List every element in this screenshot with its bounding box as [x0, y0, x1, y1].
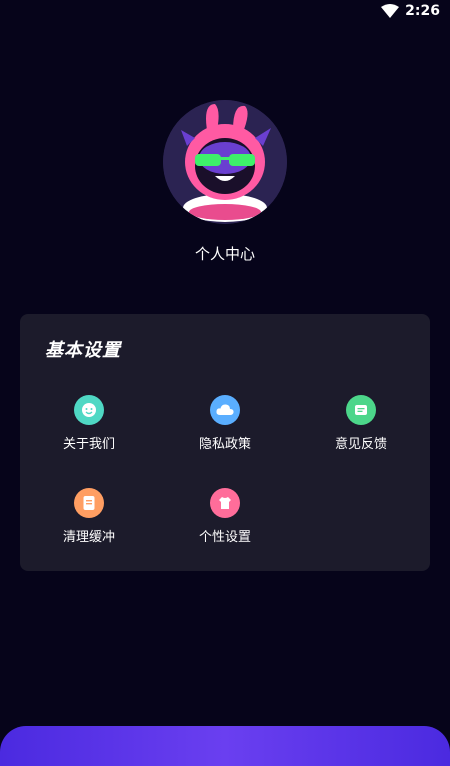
basic-settings-card: 基本设置 关于我们 隐私政策 意见反馈 清理缓冲 个性设置 — [20, 314, 430, 571]
menu-item-label: 个性设置 — [198, 530, 251, 545]
menu-item-personal-settings[interactable]: 个性设置 — [160, 488, 290, 558]
menu-item-label: 意见反馈 — [334, 437, 387, 452]
page-title: 个人中心 — [194, 245, 255, 263]
menu-item-label: 清理缓冲 — [62, 530, 115, 545]
bottom-bar — [0, 726, 450, 766]
menu-item-label: 关于我们 — [62, 437, 115, 452]
wifi-icon — [381, 4, 400, 18]
shirt-icon — [210, 488, 240, 518]
menu-item-about-us[interactable]: 关于我们 — [24, 395, 154, 465]
cartoon-avatar-icon — [163, 100, 287, 224]
menu-item-privacy-policy[interactable]: 隐私政策 — [160, 395, 290, 465]
document-icon — [74, 488, 104, 518]
menu-item-label: 隐私政策 — [198, 437, 251, 452]
menu-item-feedback[interactable]: 意见反馈 — [296, 395, 426, 465]
message-icon — [346, 395, 376, 425]
status-right: 2:26 — [381, 3, 440, 19]
menu-item-clear-cache[interactable]: 清理缓冲 — [24, 488, 154, 558]
avatar[interactable] — [163, 100, 287, 224]
card-title: 基本设置 — [45, 340, 121, 361]
status-bar: 2:26 — [0, 0, 450, 26]
smiley-icon — [74, 395, 104, 425]
status-time: 2:26 — [405, 3, 440, 19]
cloud-icon — [210, 395, 240, 425]
